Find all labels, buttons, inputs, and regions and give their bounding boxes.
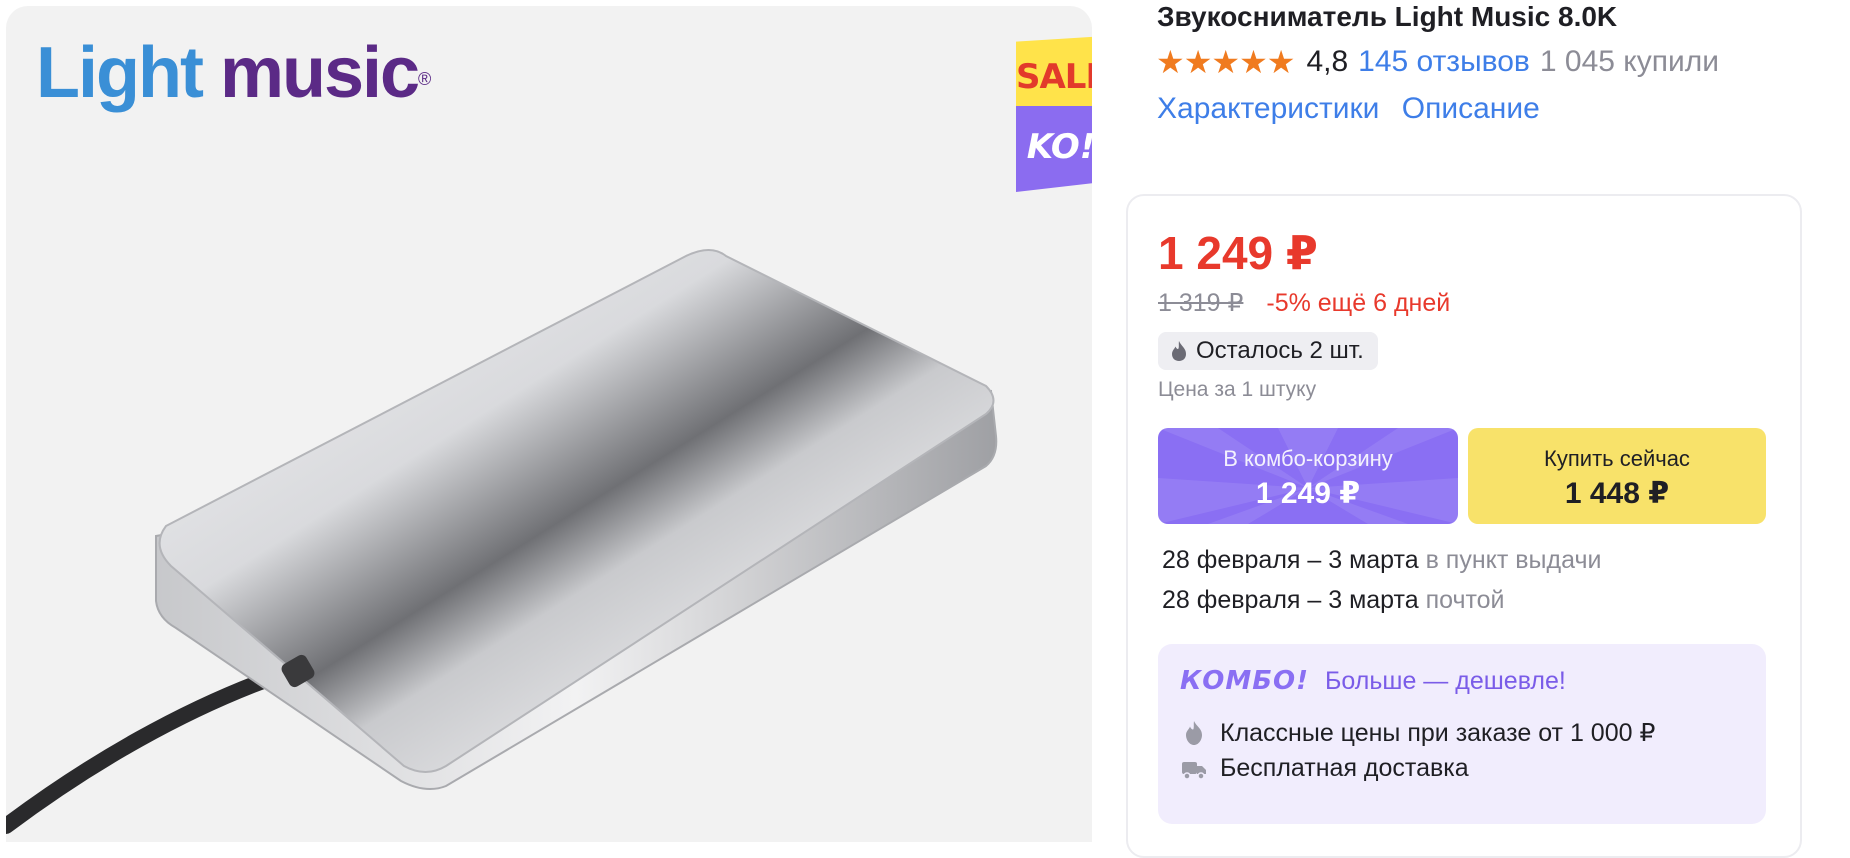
sale-badge: SALE KO! [1016, 36, 1092, 192]
pickup-illustration [6, 249, 998, 834]
combo-button-price: 1 249 ₽ [1255, 477, 1361, 510]
rating-row: ★★★★★ 4,8 145 отзывов 1 045 купили [1156, 44, 1719, 80]
buy-now-button[interactable]: Купить сейчас 1 448 ₽ [1468, 428, 1766, 524]
reviews-link[interactable]: 145 отзывов [1358, 45, 1530, 79]
stock-text: Осталось 2 шт. [1196, 337, 1364, 364]
combo-promo[interactable]: КОМБО! Больше — дешевле! Классные цены п… [1158, 644, 1766, 824]
discount-text: -5% ещё 6 дней [1266, 289, 1451, 317]
sale-label: SALE [1016, 36, 1092, 106]
old-price: 1 319 ₽ [1158, 289, 1244, 317]
buy-button-label: Купить сейчас [1544, 446, 1690, 471]
combo-header: КОМБО! Больше — дешевле! [1180, 666, 1566, 696]
bought-count: 1 045 купили [1539, 45, 1719, 78]
stock-badge: Осталось 2 шт. [1158, 332, 1378, 370]
combo-benefit-price: Классные цены при заказе от 1 000 ₽ [1180, 718, 1655, 748]
product-title: Звукосниматель Light Music 8.0K [1157, 1, 1618, 32]
delivery-pickup-row: 28 февраля – 3 марта в пункт выдачи [1162, 546, 1602, 574]
ko-label: KO! [1016, 106, 1092, 192]
delivery-post-row: 28 февраля – 3 марта почтой [1162, 586, 1505, 614]
buy-card: 1 249 ₽ 1 319 ₽ -5% ещё 6 дней Осталось … [1126, 194, 1802, 858]
delivery-truck-icon [1182, 761, 1206, 780]
rating-stars-icon: ★★★★★ [1156, 44, 1295, 80]
fire-icon [1186, 721, 1202, 745]
fire-icon [1172, 341, 1186, 361]
old-price-row: 1 319 ₽ -5% ещё 6 дней [1158, 288, 1450, 318]
info-links: Характеристики Описание [1157, 92, 1554, 126]
combo-logo: КОМБО! [1180, 666, 1310, 696]
current-price: 1 249 ₽ [1158, 227, 1318, 279]
buy-button-price: 1 448 ₽ [1564, 477, 1670, 510]
add-to-combo-cart-button[interactable]: В комбо-корзину 1 249 ₽ [1158, 428, 1458, 524]
combo-button-label: В комбо-корзину [1223, 446, 1393, 471]
combo-benefit-delivery: Бесплатная доставка [1180, 754, 1469, 783]
tab-description[interactable]: Описание [1402, 92, 1540, 125]
combo-tagline: Больше — дешевле! [1325, 666, 1566, 695]
unit-price-note: Цена за 1 штуку [1158, 378, 1317, 401]
product-image[interactable]: Light music® SALE [6, 6, 1092, 842]
tab-characteristics[interactable]: Характеристики [1157, 92, 1379, 125]
rating-value: 4,8 [1306, 45, 1349, 78]
